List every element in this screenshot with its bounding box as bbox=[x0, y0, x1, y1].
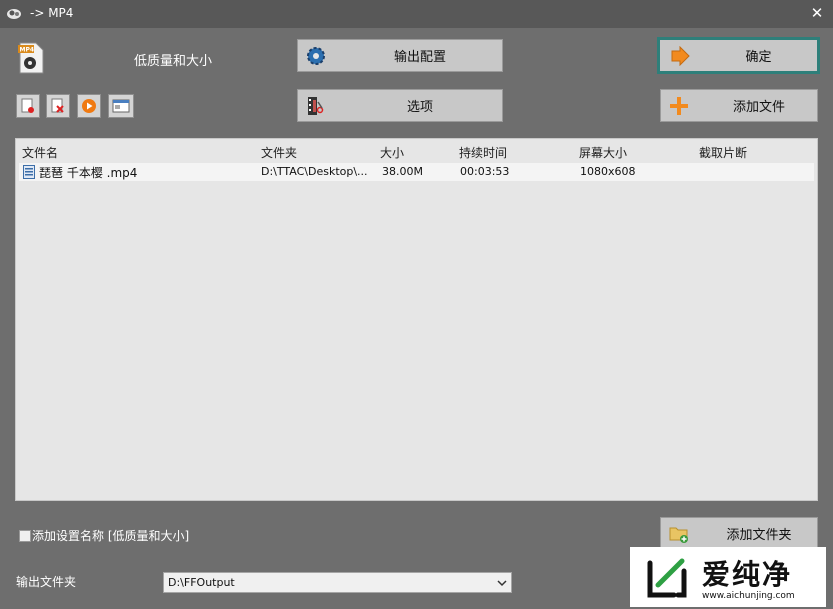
clear-list-icon bbox=[51, 98, 64, 113]
profile-label: 低质量和大小 bbox=[134, 54, 213, 69]
mp4-file-icon: MP4 bbox=[18, 42, 44, 74]
chevron-down-icon bbox=[497, 580, 507, 587]
options-button[interactable]: 选项 bbox=[297, 89, 503, 122]
clear-list-button[interactable] bbox=[46, 94, 70, 118]
output-config-label: 输出配置 bbox=[393, 50, 446, 65]
video-file-icon bbox=[23, 165, 35, 179]
screen-size-cell: 1080x608 bbox=[580, 165, 636, 178]
column-header-size[interactable]: 大小 bbox=[380, 144, 404, 161]
folder-cell: D:\TTAC\Desktop\... bbox=[261, 165, 368, 178]
media-info-button[interactable] bbox=[108, 94, 134, 118]
watermark: 爱纯净 www.aichunjing.com bbox=[630, 547, 826, 607]
add-file-button[interactable]: 添加文件 bbox=[660, 89, 818, 122]
film-scissors-icon bbox=[308, 97, 324, 115]
app-logo-icon bbox=[7, 9, 21, 19]
arrow-right-icon bbox=[671, 46, 690, 66]
settings-gear-icon bbox=[307, 47, 325, 65]
ok-label: 确定 bbox=[745, 50, 772, 65]
table-row[interactable]: 琵琶 千本樱 .mp4 D:\TTAC\Desktop\... 38.00M 0… bbox=[19, 163, 814, 181]
close-button[interactable]: ✕ bbox=[808, 4, 826, 22]
remove-file-button[interactable] bbox=[16, 94, 40, 118]
window-title: -> MP4 bbox=[30, 6, 74, 20]
column-header-folder[interactable]: 文件夹 bbox=[261, 144, 297, 161]
media-info-icon bbox=[112, 99, 130, 113]
add-folder-button[interactable]: 添加文件夹 bbox=[660, 517, 818, 550]
output-folder-select[interactable]: D:\FFOutput bbox=[163, 572, 512, 593]
size-cell: 38.00M bbox=[382, 165, 423, 178]
options-label: 选项 bbox=[406, 100, 433, 115]
column-header-duration[interactable]: 持续时间 bbox=[459, 144, 507, 161]
watermark-name: 爱纯净 bbox=[702, 558, 793, 591]
add-file-label: 添加文件 bbox=[732, 100, 785, 115]
svg-text:MP4: MP4 bbox=[20, 47, 35, 54]
output-config-button[interactable]: 输出配置 bbox=[297, 39, 503, 72]
watermark-url: www.aichunjing.com bbox=[702, 591, 795, 601]
output-folder-value: D:\FFOutput bbox=[168, 576, 235, 589]
remove-file-icon bbox=[21, 98, 34, 113]
duration-cell: 00:03:53 bbox=[460, 165, 510, 178]
watermark-logo-icon bbox=[647, 558, 687, 598]
add-folder-label: 添加文件夹 bbox=[726, 528, 792, 543]
ok-button[interactable]: 确定 bbox=[657, 37, 820, 74]
file-list[interactable]: 文件名 文件夹 大小 持续时间 屏幕大小 截取片断 琵琶 千本樱 .mp4 D:… bbox=[15, 138, 818, 501]
output-folder-label: 输出文件夹 bbox=[16, 575, 77, 589]
column-header-clip[interactable]: 截取片断 bbox=[699, 144, 747, 161]
column-header-name[interactable]: 文件名 bbox=[22, 144, 58, 161]
play-button[interactable] bbox=[77, 94, 101, 118]
title-bar bbox=[0, 0, 833, 28]
plus-icon bbox=[670, 97, 688, 115]
add-setting-name-checkbox[interactable] bbox=[19, 530, 31, 542]
folder-add-icon bbox=[669, 527, 688, 543]
play-icon bbox=[82, 99, 96, 113]
column-header-screen-size[interactable]: 屏幕大小 bbox=[579, 144, 627, 161]
add-setting-name-label: 添加设置名称 [低质量和大小] bbox=[32, 529, 190, 543]
file-name-cell: 琵琶 千本樱 .mp4 bbox=[39, 166, 138, 180]
